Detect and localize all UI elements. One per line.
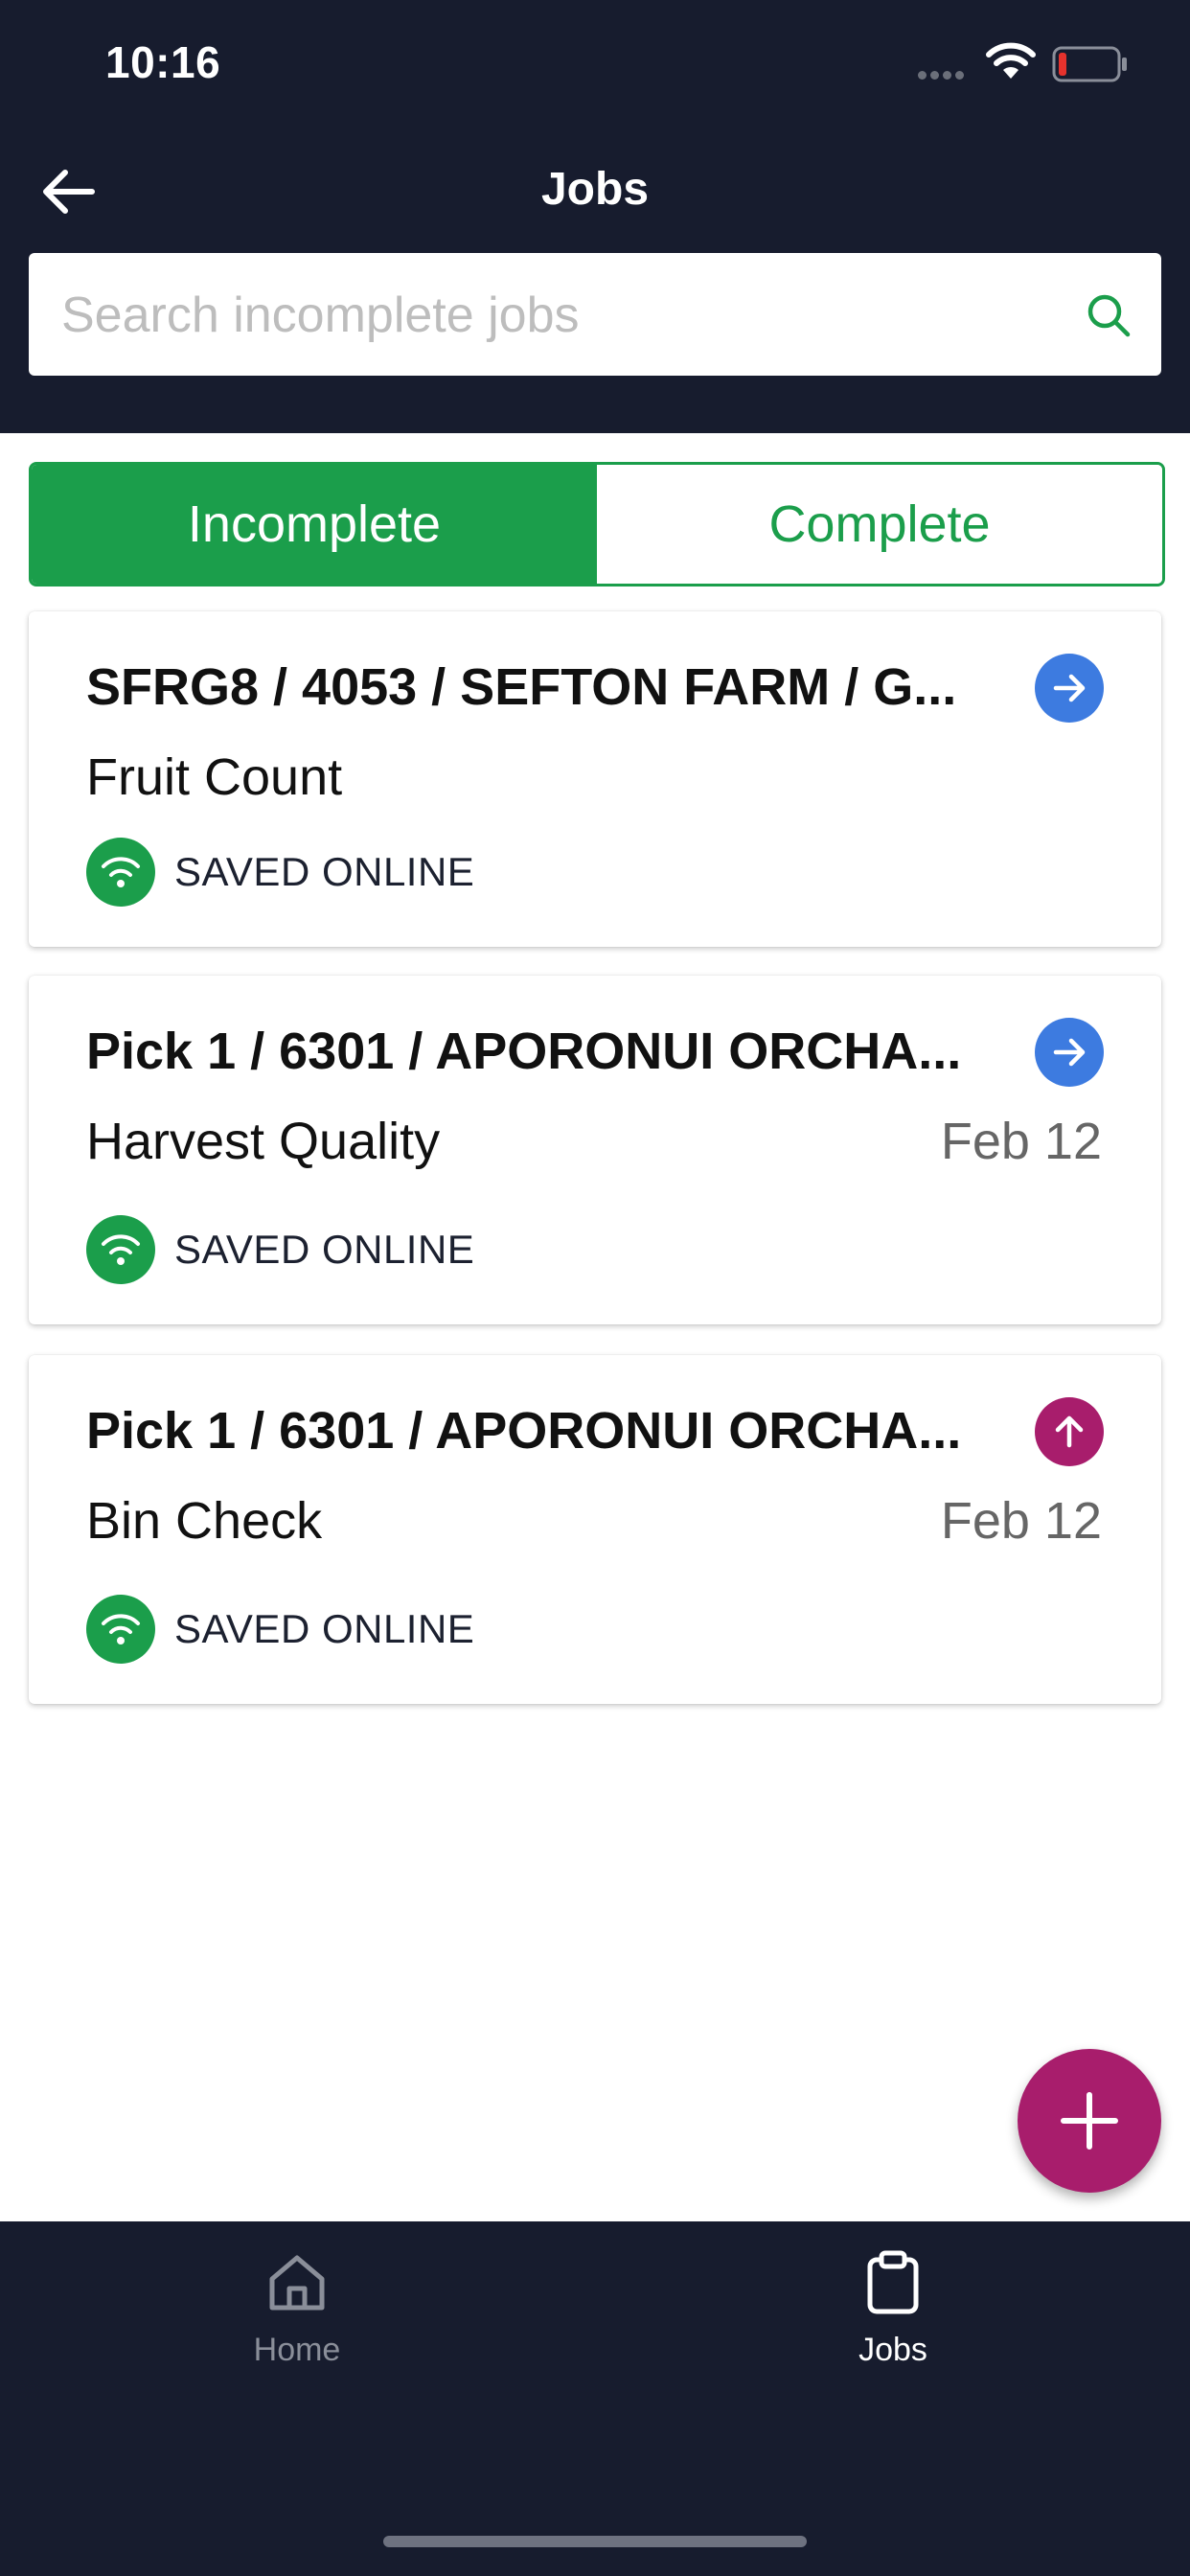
wifi-icon xyxy=(986,42,1036,79)
arrow-right-icon[interactable] xyxy=(1035,654,1104,723)
job-card[interactable]: Pick 1 / 6301 / APORONUI ORCHA... Harves… xyxy=(29,976,1161,1324)
arrow-right-icon[interactable] xyxy=(1035,1018,1104,1087)
wifi-icon xyxy=(86,1215,155,1284)
sync-status-label: SAVED ONLINE xyxy=(174,1227,475,1272)
tab-home-label: Home xyxy=(253,2332,341,2368)
job-type: Harvest Quality xyxy=(86,1113,441,1170)
job-type: Bin Check xyxy=(86,1492,323,1550)
arrow-up-icon[interactable] xyxy=(1035,1397,1104,1466)
wifi-icon xyxy=(86,1595,155,1664)
job-card[interactable]: Pick 1 / 6301 / APORONUI ORCHA... Bin Ch… xyxy=(29,1355,1161,1704)
sync-status: SAVED ONLINE xyxy=(86,1215,474,1284)
add-job-button[interactable] xyxy=(1018,2049,1161,2193)
bottom-tab-bar: Home Jobs xyxy=(0,2221,1190,2576)
tab-incomplete[interactable]: Incomplete xyxy=(32,465,597,584)
sync-status-label: SAVED ONLINE xyxy=(174,849,475,894)
tab-jobs-label: Jobs xyxy=(858,2332,927,2368)
job-type: Fruit Count xyxy=(86,748,343,806)
page-title: Jobs xyxy=(540,164,650,215)
job-title: SFRG8 / 4053 / SEFTON FARM / G... xyxy=(86,658,957,716)
battery-icon xyxy=(1052,46,1127,82)
job-date: Feb 12 xyxy=(940,1492,1102,1550)
clipboard-icon xyxy=(867,2250,919,2314)
job-card[interactable]: SFRG8 / 4053 / SEFTON FARM / G... Fruit … xyxy=(29,611,1161,947)
wifi-icon xyxy=(86,838,155,907)
app-header: 10:16 Jobs xyxy=(0,0,1190,433)
sync-status: SAVED ONLINE xyxy=(86,838,474,907)
search-bar xyxy=(29,253,1161,378)
search-icon[interactable] xyxy=(1085,291,1133,339)
sync-status: SAVED ONLINE xyxy=(86,1595,474,1664)
cellular-signal-icon xyxy=(918,67,973,80)
job-date: Feb 12 xyxy=(940,1113,1102,1170)
tab-home[interactable]: Home xyxy=(153,2248,441,2369)
job-status-segmented-control: Incomplete Complete xyxy=(29,462,1165,586)
home-indicator xyxy=(383,2536,807,2547)
search-input[interactable] xyxy=(59,253,1041,378)
status-time: 10:16 xyxy=(105,37,221,87)
job-title: Pick 1 / 6301 / APORONUI ORCHA... xyxy=(86,1023,962,1080)
tab-complete[interactable]: Complete xyxy=(597,465,1162,584)
plus-icon xyxy=(1061,2092,1118,2150)
tab-jobs[interactable]: Jobs xyxy=(749,2248,1037,2369)
job-title: Pick 1 / 6301 / APORONUI ORCHA... xyxy=(86,1402,962,1460)
home-icon xyxy=(269,2255,325,2311)
sync-status-label: SAVED ONLINE xyxy=(174,1606,475,1651)
